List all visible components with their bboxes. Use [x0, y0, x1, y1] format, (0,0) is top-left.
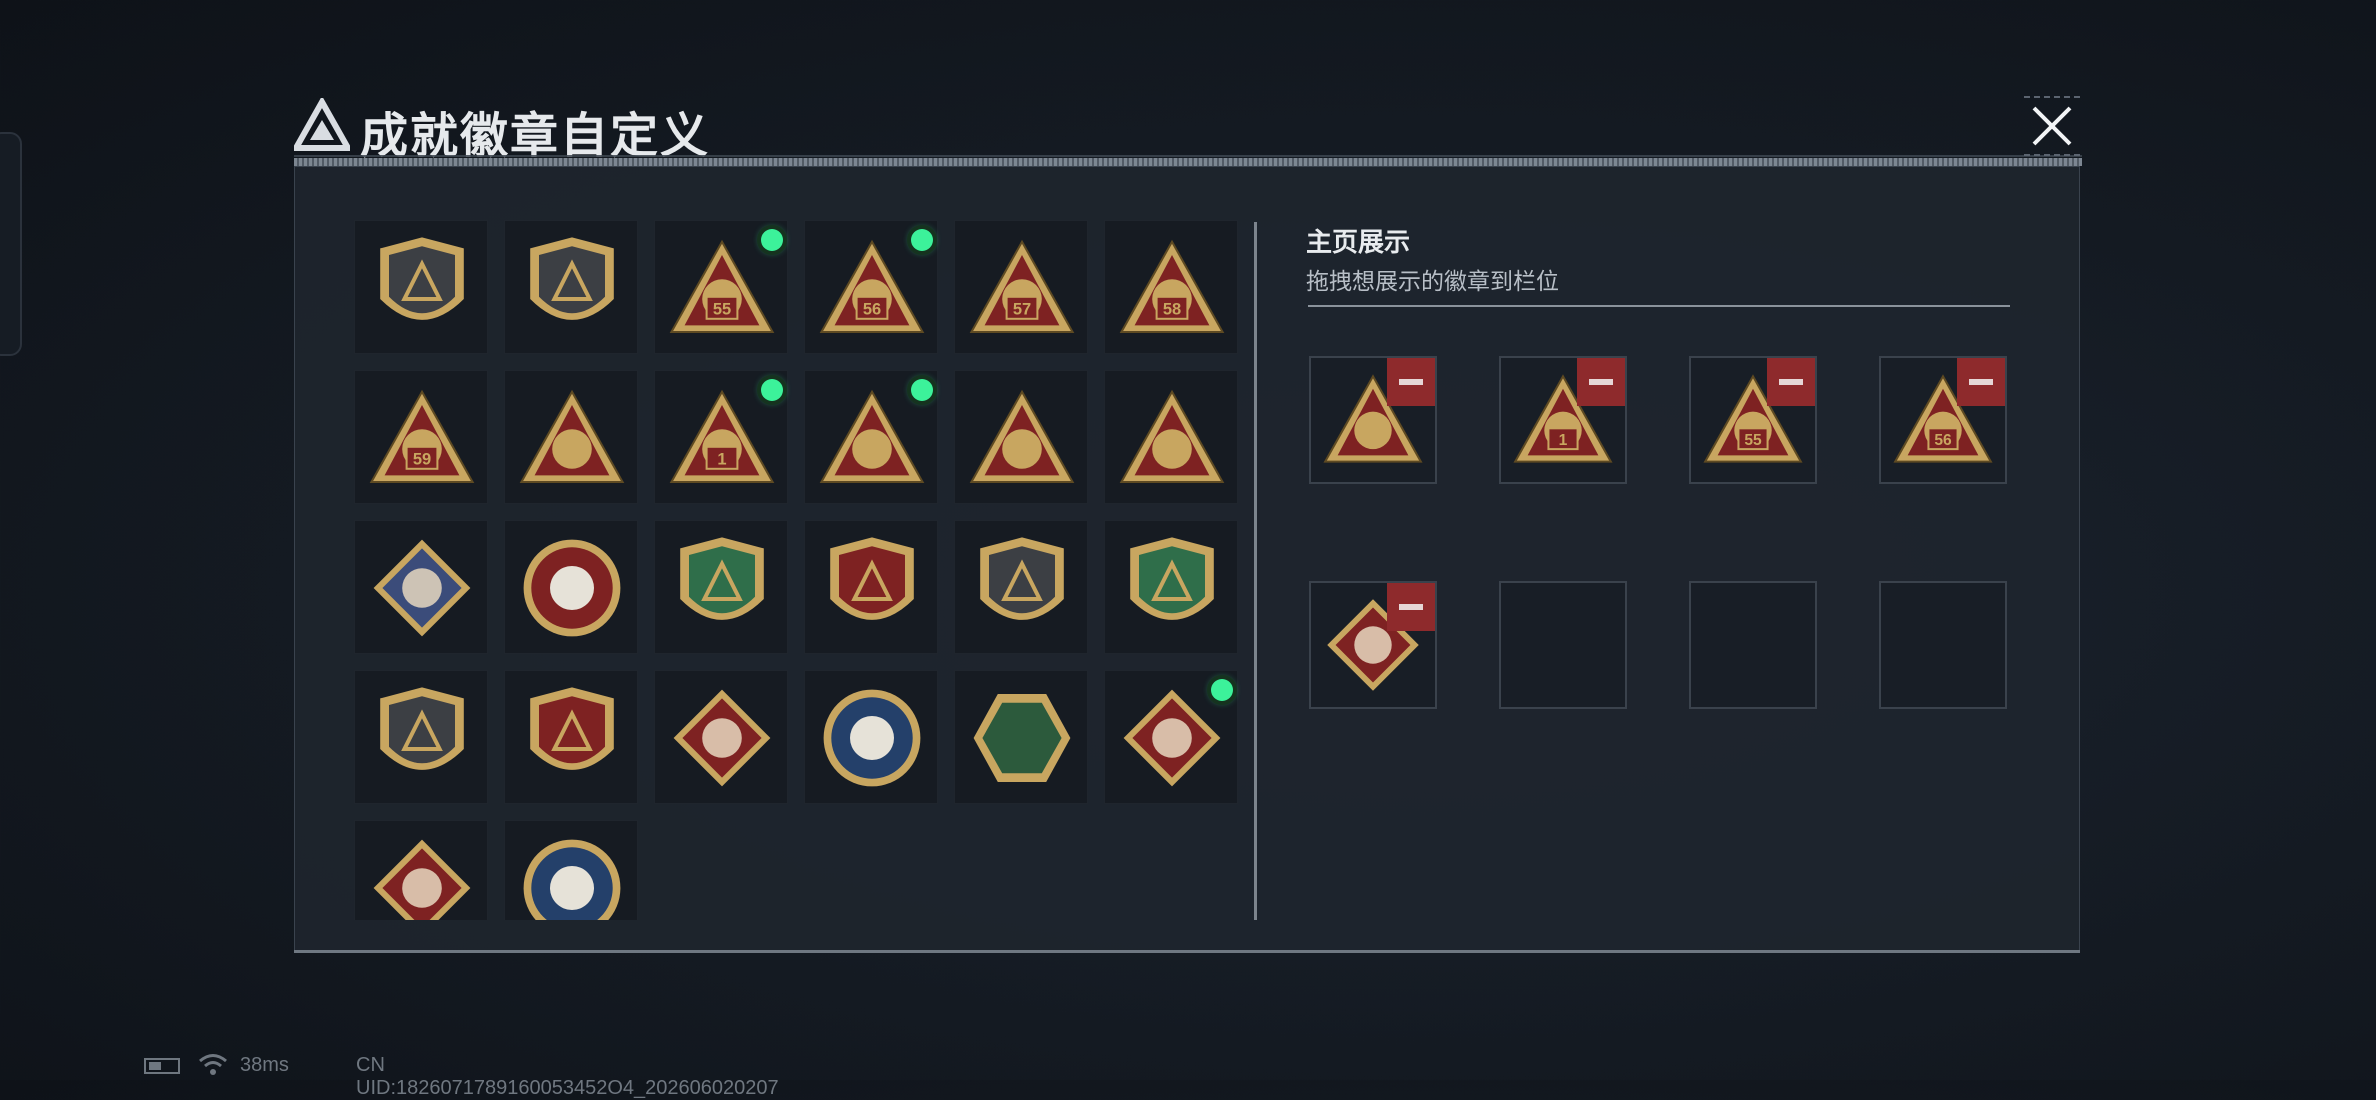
badge-cell[interactable] — [1104, 670, 1238, 804]
pistol-shield-badge-icon — [380, 687, 464, 770]
uid-text: CN UID:1826071789160053452O4_20260602020… — [356, 1054, 779, 1099]
eagle-circle-badge-icon — [823, 689, 921, 787]
wifi-icon — [199, 1054, 227, 1075]
badge-cell[interactable] — [804, 670, 938, 804]
svg-text:55: 55 — [1744, 432, 1762, 449]
star-compass-badge-icon — [523, 539, 621, 637]
number-one-triangle-badge-icon: 1 — [669, 389, 775, 483]
shield-triangle-logo-badge-icon — [380, 237, 464, 320]
dice-shield-badge-icon — [980, 537, 1064, 620]
remove-badge-button[interactable] — [1957, 358, 2005, 406]
badge-cell[interactable]: 1 — [654, 370, 788, 504]
selected-indicator-dot — [761, 379, 783, 401]
battery-icon — [144, 1058, 180, 1074]
display-slot-filled[interactable]: 1 — [1499, 356, 1627, 484]
badge-cell[interactable] — [954, 370, 1088, 504]
badge-cell[interactable] — [654, 670, 788, 804]
crosshair-wings-badge-icon — [530, 687, 614, 770]
badge-cell[interactable] — [354, 520, 488, 654]
soldiers-triangle-badge-icon — [1119, 389, 1225, 483]
hornet-hexagon-badge-icon — [973, 694, 1071, 782]
season-56-triangle-badge-icon: 56 — [819, 239, 925, 333]
dragon-diamond-badge-icon — [1123, 689, 1221, 787]
svg-text:57: 57 — [1013, 300, 1031, 318]
badge-cell[interactable] — [504, 820, 638, 920]
close-icon — [2032, 106, 2072, 146]
home-display-divider — [1308, 305, 2010, 307]
badge-cell[interactable]: 58 — [1104, 220, 1238, 354]
season-55-triangle-badge-icon: 55 — [669, 239, 775, 333]
badge-cell[interactable]: 59 — [354, 370, 488, 504]
badge-cell[interactable] — [954, 520, 1088, 654]
badge-cell[interactable] — [654, 520, 788, 654]
badge-cell[interactable]: 55 — [654, 220, 788, 354]
svg-text:55: 55 — [713, 300, 731, 318]
badge-grid: 55 56 57 58 59 1 — [354, 220, 1242, 920]
sitting-figure-triangle-badge-icon — [819, 389, 925, 483]
hand-triangle-badge-icon — [519, 389, 625, 483]
season-58-triangle-badge-icon: 58 — [1119, 239, 1225, 333]
title-divider — [294, 155, 2082, 166]
svg-text:1: 1 — [1559, 432, 1568, 449]
badge-cell[interactable]: 57 — [954, 220, 1088, 354]
stars-ribbon-badge-icon — [830, 537, 914, 620]
badge-cell[interactable] — [804, 520, 938, 654]
wolf-diamond-badge-icon — [673, 689, 771, 787]
badge-cell[interactable] — [504, 220, 638, 354]
selected-indicator-dot — [911, 229, 933, 251]
display-slot-filled[interactable]: 55 — [1689, 356, 1817, 484]
badge-cell[interactable] — [354, 220, 488, 354]
display-slot-filled[interactable] — [1309, 581, 1437, 709]
ping-text: 38ms — [240, 1054, 289, 1076]
badge-cell[interactable]: 56 — [804, 220, 938, 354]
badge-cell[interactable] — [1104, 370, 1238, 504]
svg-text:56: 56 — [863, 300, 881, 318]
remove-badge-button[interactable] — [1387, 583, 1435, 631]
triangle-logo-icon — [294, 98, 350, 151]
svg-text:1: 1 — [717, 450, 726, 468]
remove-badge-button[interactable] — [1577, 358, 1625, 406]
panel-bottom-border — [294, 950, 2080, 953]
home-display-subtitle: 拖拽想展示的徽章到栏位 — [1306, 269, 1559, 295]
svg-text:58: 58 — [1163, 300, 1181, 318]
season-59-triangle-badge-icon: 59 — [369, 389, 475, 483]
rose-diamond-badge-icon — [373, 539, 471, 637]
side-edge-tab[interactable] — [0, 132, 22, 356]
display-slot-empty[interactable] — [1499, 581, 1627, 709]
badge-cell[interactable] — [954, 670, 1088, 804]
runner-diamond-badge-icon — [373, 839, 471, 920]
badge-cell[interactable] — [354, 670, 488, 804]
lotus-triangle-badge-icon — [969, 389, 1075, 483]
season-57-triangle-badge-icon: 57 — [969, 239, 1075, 333]
badge-cell[interactable] — [354, 820, 488, 920]
selected-indicator-dot — [1211, 679, 1233, 701]
display-slot-empty[interactable] — [1689, 581, 1817, 709]
badge-cell[interactable] — [1104, 520, 1238, 654]
badge-cell[interactable] — [804, 370, 938, 504]
close-button[interactable] — [2024, 96, 2080, 156]
lynx-circle-badge-icon — [523, 839, 621, 920]
remove-badge-button[interactable] — [1767, 358, 1815, 406]
panel-divider — [1254, 222, 1257, 920]
selected-indicator-dot — [911, 379, 933, 401]
badge-cell[interactable] — [504, 370, 638, 504]
display-slot-filled[interactable]: 56 — [1879, 356, 2007, 484]
badge-cell[interactable] — [504, 670, 638, 804]
green-rifle-laurel-badge-icon — [1130, 537, 1214, 620]
helicopter-shield-badge-icon — [530, 237, 614, 320]
display-slot-filled[interactable] — [1309, 356, 1437, 484]
badge-cell[interactable] — [504, 520, 638, 654]
selected-indicator-dot — [761, 229, 783, 251]
display-slot-empty[interactable] — [1879, 581, 2007, 709]
svg-text:56: 56 — [1934, 432, 1952, 449]
green-wings-badge-icon — [680, 537, 764, 620]
svg-text:59: 59 — [413, 450, 431, 468]
home-display-title: 主页展示 — [1306, 228, 1411, 258]
remove-badge-button[interactable] — [1387, 358, 1435, 406]
